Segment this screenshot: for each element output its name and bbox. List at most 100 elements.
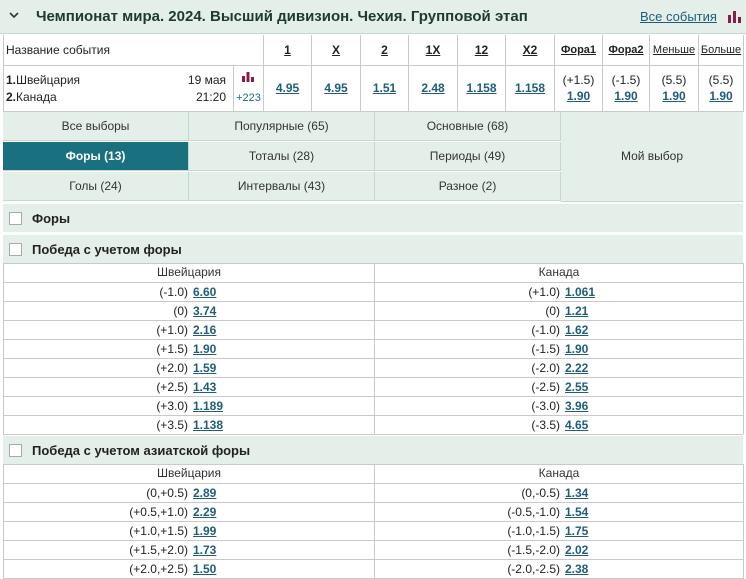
asian-left-odd[interactable]: 1.99 xyxy=(193,522,216,541)
handicap-right-odd[interactable]: 2.55 xyxy=(565,378,588,397)
handicap-left-odd[interactable]: 1.138 xyxy=(193,416,223,435)
handicap-left-param: (+2.5) xyxy=(156,380,188,394)
more-bets-count[interactable]: +223 xyxy=(234,92,263,104)
event-statistics-icon[interactable] xyxy=(242,72,254,82)
handicap-left-odd[interactable]: 3.74 xyxy=(193,302,216,321)
handicap-right-param: (0) xyxy=(545,304,560,318)
event-time: 21:20 xyxy=(195,90,226,104)
asian-left-odd[interactable]: 2.29 xyxy=(193,503,216,522)
handicap-left-odd[interactable]: 1.90 xyxy=(193,340,216,359)
handicap-right-odd[interactable]: 4.65 xyxy=(565,416,588,435)
team-1: 1.Швейцария xyxy=(6,73,81,87)
tab-intervals[interactable]: Интервалы (43) xyxy=(189,172,375,201)
handicap-right-param: (+1.0) xyxy=(528,285,560,299)
table-row: (0,+0.5) 2.89 (0,-0.5) 1.34 xyxy=(0,484,746,503)
column-header-x2[interactable]: X2 xyxy=(506,35,554,65)
handicap-left-odd[interactable]: 1.59 xyxy=(193,359,216,378)
tab-misc[interactable]: Разное (2) xyxy=(375,172,561,201)
asian-left-odd[interactable]: 1.50 xyxy=(193,560,216,579)
handicap-left-param: (+2.0) xyxy=(156,361,188,375)
tab-periods[interactable]: Периоды (49) xyxy=(375,142,561,171)
asian-right-param: (-1.0,-1.5) xyxy=(507,524,560,538)
tab-popular[interactable]: Популярные (65) xyxy=(189,112,375,141)
odd-2[interactable]: 1.51 xyxy=(361,81,408,95)
asian-left-param: (0,+0.5) xyxy=(146,486,188,500)
handicap1-odd[interactable]: 1.90 xyxy=(555,89,602,103)
event-teams[interactable]: 1.Швейцария 2.Канада xyxy=(6,72,186,106)
tab-my-choice[interactable]: Мой выбор xyxy=(561,112,743,202)
asian-right-odd[interactable]: 2.02 xyxy=(565,541,588,560)
asian-left-odd[interactable]: 2.89 xyxy=(193,484,216,503)
handicap-right-param: (-3.5) xyxy=(531,418,560,432)
column-header-handicap2[interactable]: Фора2 xyxy=(603,35,649,65)
handicap-table: Швейцария Канада (-1.0) 6.60 (+1.0) 1.061 (0… xyxy=(0,263,746,435)
handicap-left-odd[interactable]: 2.16 xyxy=(193,321,216,340)
table-row: (+1.0,+1.5) 1.99 (-1.0,-1.5) 1.75 xyxy=(0,522,746,541)
handicap-left-odd[interactable]: 1.189 xyxy=(193,397,223,416)
handicap-right-param: (-1.0) xyxy=(531,323,560,337)
tab-all[interactable]: Все выборы xyxy=(3,112,189,141)
asian-handicap-table: Швейцария Канада (0,+0.5) 2.89 (0,-0.5) 1.3… xyxy=(0,464,746,579)
table-row: (+1.5,+2.0) 1.73 (-1.5,-2.0) 2.02 xyxy=(0,541,746,560)
handicap-right-odd[interactable]: 1.90 xyxy=(565,340,588,359)
handicap2-odd[interactable]: 1.90 xyxy=(603,89,649,103)
column-header-1[interactable]: 1 xyxy=(264,35,311,65)
column-header-over[interactable]: Больше xyxy=(699,35,743,65)
handicap-right-odd[interactable]: 1.62 xyxy=(565,321,588,340)
asian-right-odd[interactable]: 1.54 xyxy=(565,503,588,522)
asian-right-odd[interactable]: 1.75 xyxy=(565,522,588,541)
handicap-left-param: (-1.0) xyxy=(159,285,188,299)
handicap-right-param: (-2.0) xyxy=(531,361,560,375)
asian-left-param: (+2.0,+2.5) xyxy=(129,562,188,576)
handicap-right-odd[interactable]: 2.22 xyxy=(565,359,588,378)
over-param: (5.5) xyxy=(708,73,734,87)
column-header-1x[interactable]: 1X xyxy=(409,35,457,65)
over-odd[interactable]: 1.90 xyxy=(699,89,743,103)
tab-main[interactable]: Основные (68) xyxy=(375,112,561,141)
column-header-under[interactable]: Меньше xyxy=(650,35,698,65)
table-row: (+2.5) 1.43 (-2.5) 2.55 xyxy=(0,378,746,397)
table-row: (+2.0) 1.59 (-2.0) 2.22 xyxy=(0,359,746,378)
handicap2-param: (-1.5) xyxy=(611,73,641,87)
handicap-right-odd[interactable]: 1.061 xyxy=(565,283,595,302)
table-row: (+1.0) 2.16 (-1.0) 1.62 xyxy=(0,321,746,340)
tab-totals[interactable]: Тоталы (28) xyxy=(189,142,375,171)
under-param: (5.5) xyxy=(661,73,687,87)
asian-right-param: (-2.0,-2.5) xyxy=(507,562,560,576)
handicap-right-odd[interactable]: 3.96 xyxy=(565,397,588,416)
odd-1x[interactable]: 2.48 xyxy=(409,81,457,95)
odd-12[interactable]: 1.158 xyxy=(458,81,505,95)
handicap-right-param: (-3.0) xyxy=(531,399,560,413)
handicap-col-team2: Канада xyxy=(538,265,580,279)
table-row: (+0.5,+1.0) 2.29 (-0.5,-1.0) 1.54 xyxy=(0,503,746,522)
column-header-handicap1[interactable]: Фора1 xyxy=(555,35,602,65)
asian-right-param: (0,-0.5) xyxy=(521,486,560,500)
under-odd[interactable]: 1.90 xyxy=(650,89,698,103)
section-checkbox[interactable] xyxy=(9,212,22,225)
column-header-x[interactable]: X xyxy=(312,35,360,65)
handicap-right-odd[interactable]: 1.21 xyxy=(565,302,588,321)
tab-goals[interactable]: Голы (24) xyxy=(3,172,189,201)
tab-handicaps[interactable]: Форы (13) xyxy=(3,142,189,171)
handicap-right-param: (-1.5) xyxy=(531,342,560,356)
section-checkbox[interactable] xyxy=(9,444,22,457)
column-header-2[interactable]: 2 xyxy=(361,35,408,65)
odd-1[interactable]: 4.95 xyxy=(264,81,311,95)
section-handicap-win[interactable]: Победа с учетом форы xyxy=(3,235,743,264)
column-header-12[interactable]: 12 xyxy=(458,35,505,65)
asian-left-odd[interactable]: 1.73 xyxy=(193,541,216,560)
section-title: Форы xyxy=(32,211,71,226)
handicap-left-odd[interactable]: 1.43 xyxy=(193,378,216,397)
event-name-header: Название события xyxy=(6,43,110,57)
odd-x2[interactable]: 1.158 xyxy=(506,81,554,95)
section-asian-handicap-win[interactable]: Победа с учетом азиатской форы xyxy=(3,436,743,465)
asian-left-param: (+0.5,+1.0) xyxy=(129,505,188,519)
handicap-left-param: (+3.0) xyxy=(156,399,188,413)
handicap-left-odd[interactable]: 6.60 xyxy=(193,283,216,302)
odd-x[interactable]: 4.95 xyxy=(312,81,360,95)
asian-right-odd[interactable]: 2.38 xyxy=(565,560,588,579)
section-handicaps[interactable]: Форы xyxy=(3,204,743,233)
section-title: Победа с учетом форы xyxy=(32,242,182,257)
asian-right-odd[interactable]: 1.34 xyxy=(565,484,588,503)
section-checkbox[interactable] xyxy=(9,243,22,256)
